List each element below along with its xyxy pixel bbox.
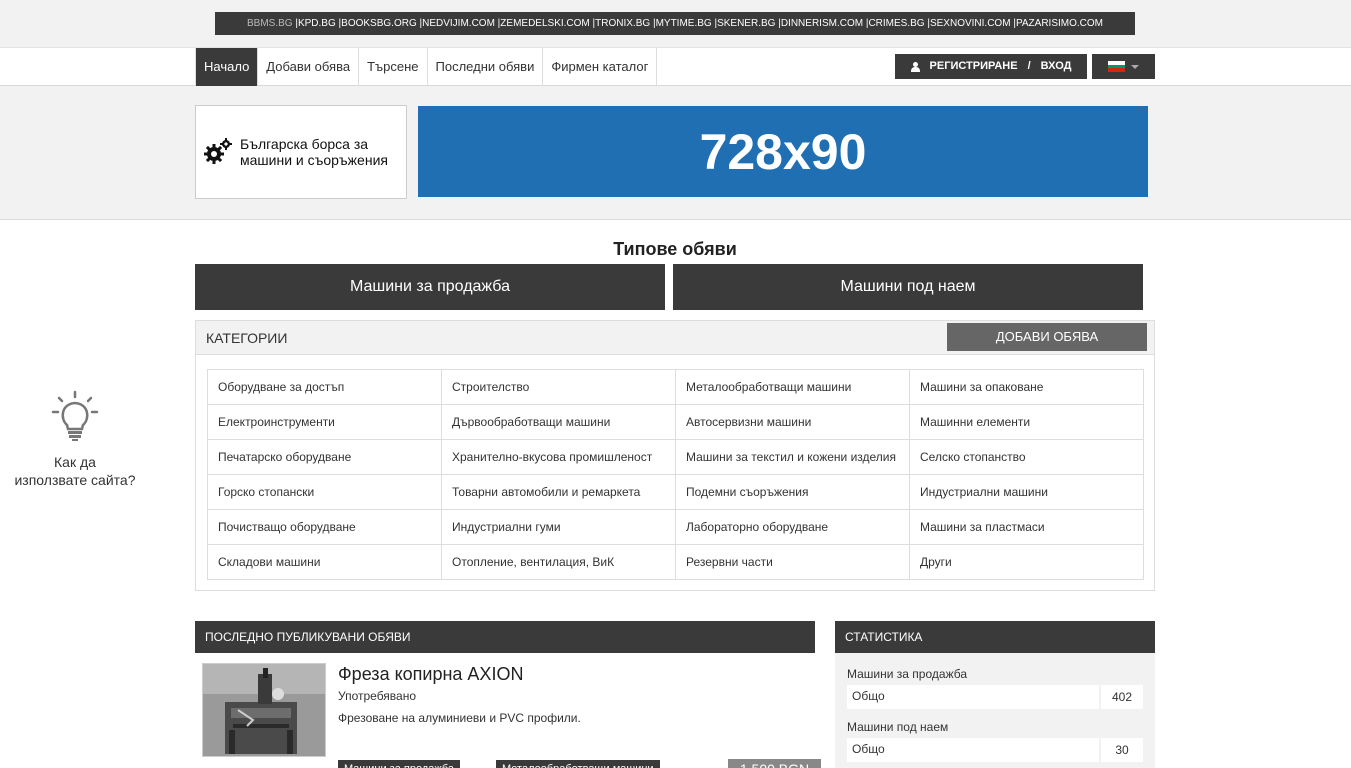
category-link[interactable]: Индустриални гуми — [442, 510, 676, 545]
main-navbar: Начало Добави обява Търсене Последни обя… — [0, 47, 1351, 86]
category-link[interactable]: Оборудване за достъп — [208, 370, 442, 405]
logo-line: машини и съоръжения — [240, 152, 388, 168]
category-link[interactable]: Селско стопанство — [910, 440, 1144, 475]
stat-name: Общо — [847, 685, 1099, 709]
main-nav: Начало Добави обява Търсене Последни обя… — [195, 48, 658, 86]
network-links: BBMS.BG |KPD.BG |BOOKSBG.ORG |NEDVIJIM.C… — [215, 12, 1135, 35]
category-link[interactable]: Машини за опаковане — [910, 370, 1144, 405]
category-link[interactable]: Горско стопански — [208, 475, 442, 510]
auth-box: РЕГИСТРИРАНЕ / ВХОД — [895, 54, 1087, 79]
network-link[interactable]: BOOKSBG.ORG — [341, 18, 417, 29]
categories-header: КАТЕГОРИИ ДОБАВИ ОБЯВА — [196, 321, 1154, 355]
nav-item-latest-ads[interactable]: Последни обяви — [428, 48, 544, 86]
category-link[interactable]: Други — [910, 545, 1144, 580]
category-link[interactable]: Строителство — [442, 370, 676, 405]
category-link[interactable]: Подемни съоръжения — [676, 475, 910, 510]
nav-item-add-ad[interactable]: Добави обява — [258, 48, 360, 86]
language-selector[interactable] — [1092, 54, 1155, 79]
ad-tag[interactable]: Металообработващи машини — [496, 760, 660, 768]
categories-panel: КАТЕГОРИИ ДОБАВИ ОБЯВА Оборудване за дос… — [195, 320, 1155, 591]
ad-description: Фрезоване на алуминиеви и PVC профили. — [338, 711, 581, 725]
stat-group-label: Машини за продажба — [847, 667, 967, 681]
category-link[interactable]: Хранително-вкусова промишленост — [442, 440, 676, 475]
login-link[interactable]: ВХОД — [1041, 54, 1072, 79]
category-link[interactable]: Електроинструменти — [208, 405, 442, 440]
nav-item-company-catalog[interactable]: Фирмен каталог — [543, 48, 658, 86]
category-link[interactable]: Товарни автомобили и ремаркета — [442, 475, 676, 510]
category-link[interactable]: Отопление, вентилация, ВиК — [442, 545, 676, 580]
how-to-use-help[interactable]: Как да използвате сайта? — [10, 390, 140, 489]
logo-text: Българска борса за машини и съоръжения — [240, 136, 388, 168]
network-link[interactable]: PAZARISIMO.COM — [1016, 18, 1103, 29]
add-ad-button[interactable]: ДОБАВИ ОБЯВА — [947, 323, 1147, 351]
network-link[interactable]: CRIMES.BG — [868, 18, 924, 29]
category-link[interactable]: Машини за пластмаси — [910, 510, 1144, 545]
machines-for-rent-button[interactable]: Машини под наем — [673, 264, 1143, 310]
category-link[interactable]: Металообработващи машини — [676, 370, 910, 405]
stat-group-label: Машини под наем — [847, 720, 949, 734]
stat-value: 402 — [1101, 685, 1143, 709]
network-strip: BBMS.BG |KPD.BG |BOOKSBG.ORG |NEDVIJIM.C… — [0, 0, 1351, 47]
nav-item-search[interactable]: Търсене — [359, 48, 428, 86]
stat-value: 30 — [1101, 738, 1143, 762]
help-line: Как да — [54, 454, 96, 470]
flag-stripe — [1108, 68, 1125, 73]
category-link[interactable]: Машинни елементи — [910, 405, 1144, 440]
network-link[interactable]: KPD.BG — [298, 18, 336, 29]
user-icon — [910, 61, 920, 72]
stats-header: СТАТИСТИКА — [835, 621, 1155, 653]
category-link[interactable]: Складови машини — [208, 545, 442, 580]
stat-name: Общо — [847, 738, 1099, 762]
auth-separator: / — [1027, 60, 1031, 72]
ad-banner[interactable]: 728x90 — [418, 106, 1148, 197]
network-link[interactable]: ZEMEDELSKI.COM — [500, 18, 589, 29]
ad-price: 1 500 BGN — [728, 759, 821, 768]
ad-thumbnail[interactable] — [202, 663, 326, 757]
nav-item-home[interactable]: Начало — [196, 48, 259, 86]
category-link[interactable]: Лабораторно оборудване — [676, 510, 910, 545]
types-title: Типове обяви — [613, 239, 737, 259]
stat-row: Общо 30 — [847, 738, 1143, 762]
lightbulb-icon — [51, 390, 99, 441]
flag-icon — [1108, 61, 1125, 73]
network-link[interactable]: NEDVIJIM.COM — [422, 18, 495, 29]
chevron-down-icon — [1131, 64, 1139, 69]
ad-tag[interactable]: Машини за продажба — [338, 760, 460, 768]
category-link[interactable]: Резервни части — [676, 545, 910, 580]
machine-photo-image — [203, 664, 325, 756]
category-link[interactable]: Индустриални машини — [910, 475, 1144, 510]
category-link[interactable]: Почистващо оборудване — [208, 510, 442, 545]
stats-panel: Машини за продажба Общо 402 Машини под н… — [835, 653, 1155, 768]
stat-row: Общо 402 — [847, 685, 1143, 709]
category-link[interactable]: Дървообработващи машини — [442, 405, 676, 440]
ad-title[interactable]: Фреза копирна AXION — [338, 664, 523, 685]
network-link[interactable]: DINNERISM.COM — [781, 18, 863, 29]
network-link[interactable]: SKENER.BG — [717, 18, 775, 29]
help-line: използвате сайта? — [14, 472, 136, 488]
categories-title: КАТЕГОРИИ — [206, 330, 288, 346]
network-link[interactable]: TRONIX.BG — [595, 18, 650, 29]
network-link[interactable]: SEXNOVINI.COM — [930, 18, 1011, 29]
network-link[interactable]: BBMS.BG — [247, 18, 293, 29]
machines-for-sale-button[interactable]: Машини за продажба — [195, 264, 665, 310]
latest-ads-header: ПОСЛЕДНО ПУБЛИКУВАНИ ОБЯВИ — [195, 621, 815, 653]
category-link[interactable]: Печатарско оборудване — [208, 440, 442, 475]
network-link[interactable]: MYTIME.BG — [656, 18, 712, 29]
logo-line: Българска борса за — [240, 136, 369, 152]
register-link[interactable]: РЕГИСТРИРАНЕ — [930, 54, 1018, 79]
categories-grid: Оборудване за достъп Строителство Метало… — [207, 369, 1144, 580]
category-link[interactable]: Машини за текстил и кожени изделия — [676, 440, 910, 475]
gears-icon — [204, 138, 232, 164]
site-logo[interactable]: Българска борса за машини и съоръжения — [195, 105, 407, 199]
help-text: Как да използвате сайта? — [10, 453, 140, 489]
ad-condition: Употребявано — [338, 689, 417, 703]
category-link[interactable]: Автосервизни машини — [676, 405, 910, 440]
